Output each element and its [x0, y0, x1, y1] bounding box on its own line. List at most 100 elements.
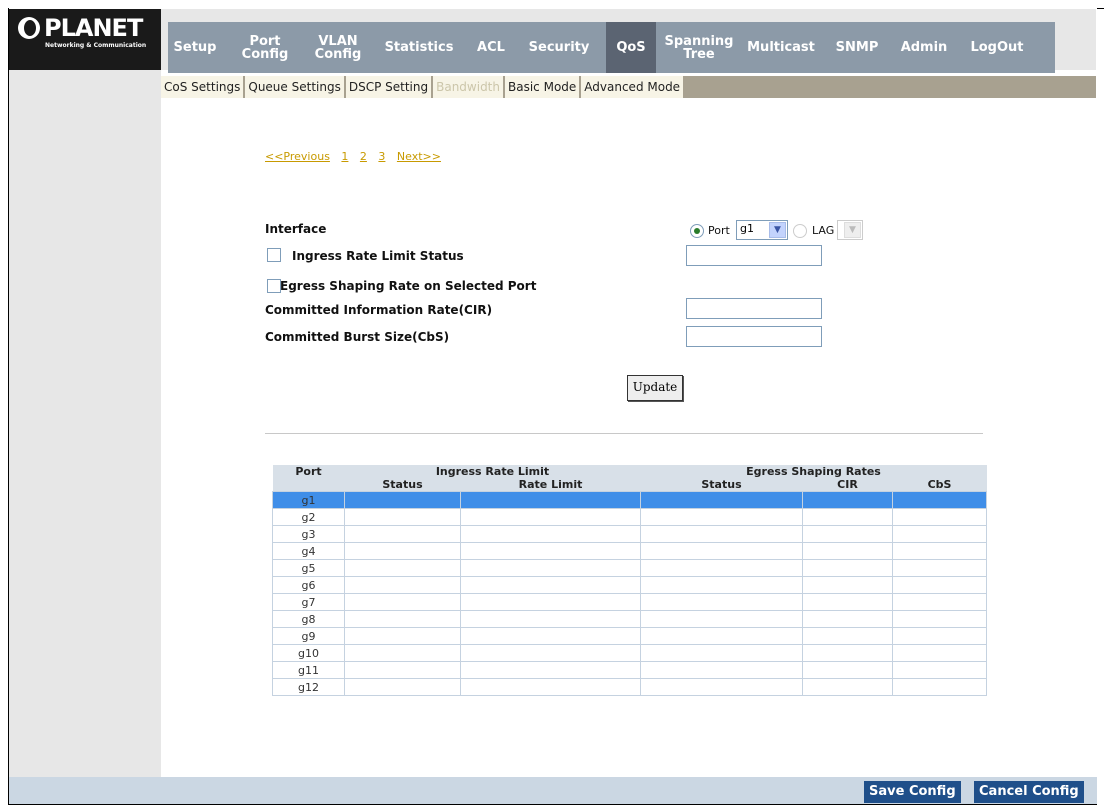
port-cell: g3	[272, 525, 345, 543]
port-cell: g5	[272, 559, 345, 577]
table-row[interactable]: g6	[272, 576, 987, 594]
table-cell	[892, 678, 987, 696]
pager-previous-link[interactable]: <<Previous	[265, 150, 330, 163]
ingress-rate-limit-input[interactable]	[686, 245, 822, 266]
pager-page-2[interactable]: 2	[360, 150, 367, 163]
pager-page-1[interactable]: 1	[341, 150, 348, 163]
subnav-item-advanced-mode[interactable]: Advanced Mode	[581, 76, 686, 98]
port-cell: g1	[272, 491, 345, 509]
table-cell	[344, 593, 461, 611]
nav-item-acl[interactable]: ACL	[470, 22, 512, 73]
subnav-item-dscp-setting[interactable]: DSCP Setting	[345, 76, 434, 98]
table-row[interactable]: g7	[272, 593, 987, 611]
egress-group-header: Egress Shaping Rates	[640, 465, 987, 478]
nav-item-qos[interactable]: QoS	[606, 22, 656, 73]
cir-input[interactable]	[686, 298, 822, 319]
table-row[interactable]: g3	[272, 525, 987, 543]
table-cell	[344, 491, 461, 509]
port-select[interactable]: g1 ▼	[736, 220, 788, 240]
pager-page-3[interactable]: 3	[378, 150, 385, 163]
save-config-button[interactable]: Save Config	[864, 781, 961, 803]
table-row[interactable]: g10	[272, 644, 987, 662]
cir-header: CIR	[802, 478, 893, 492]
table-cell	[640, 542, 803, 560]
chevron-down-icon: ▼	[844, 222, 861, 238]
port-radio[interactable]	[690, 224, 704, 238]
planet-logo: PLANET Networking & Communication	[14, 12, 154, 56]
ingress-rate-limit-header: Rate Limit	[460, 478, 641, 492]
table-cell	[344, 627, 461, 645]
table-cell	[460, 576, 641, 594]
table-cell	[344, 644, 461, 662]
table-cell	[640, 559, 803, 577]
ingress-group-header: Ingress Rate Limit	[344, 465, 641, 478]
nav-item-snmp[interactable]: SNMP	[832, 22, 882, 73]
table-cell	[344, 678, 461, 696]
nav-item-spanning-tree[interactable]: Spanning Tree	[665, 22, 734, 73]
table-cell	[802, 678, 893, 696]
port-cell: g7	[272, 593, 345, 611]
cbs-input[interactable]	[686, 326, 822, 347]
table-cell	[640, 525, 803, 543]
table-cell	[640, 627, 803, 645]
lag-radio[interactable]	[793, 224, 807, 238]
table-cell	[460, 678, 641, 696]
port-cell: g6	[272, 576, 345, 594]
table-cell	[802, 610, 893, 628]
nav-item-statistics[interactable]: Statistics	[380, 22, 458, 73]
table-cell	[802, 627, 893, 645]
pager-next-link[interactable]: Next>>	[397, 150, 441, 163]
table-cell	[802, 508, 893, 526]
nav-item-port-config[interactable]: Port Config	[234, 22, 296, 73]
table-cell	[460, 525, 641, 543]
nav-item-logout[interactable]: LogOut	[966, 22, 1028, 73]
table-cell	[460, 508, 641, 526]
cbs-label: Committed Burst Size(CbS)	[265, 330, 450, 344]
table-cell	[802, 559, 893, 577]
egress-shaping-checkbox[interactable]	[267, 279, 281, 293]
table-cell	[640, 593, 803, 611]
nav-item-admin[interactable]: Admin	[894, 22, 954, 73]
subnav-item-bandwidth[interactable]: Bandwidth	[433, 76, 505, 98]
subnav-item-basic-mode[interactable]: Basic Mode	[505, 76, 582, 98]
table-row[interactable]: g11	[272, 661, 987, 679]
table-cell	[892, 508, 987, 526]
port-cell: g10	[272, 644, 345, 662]
cancel-config-button[interactable]: Cancel Config	[974, 781, 1084, 803]
table-row[interactable]: g12	[272, 678, 987, 696]
table-row[interactable]: g2	[272, 508, 987, 526]
table-cell	[892, 593, 987, 611]
nav-item-vlan-config[interactable]: VLAN Config	[308, 22, 368, 73]
table-cell	[802, 661, 893, 679]
nav-item-setup[interactable]: Setup	[168, 22, 222, 73]
lag-select[interactable]: ▼	[837, 220, 863, 240]
table-row[interactable]: g5	[272, 559, 987, 577]
table-cell	[892, 525, 987, 543]
table-row[interactable]: g8	[272, 610, 987, 628]
port-cell: g8	[272, 610, 345, 628]
table-cell	[640, 610, 803, 628]
table-row[interactable]: g1	[272, 491, 987, 509]
table-cell	[802, 593, 893, 611]
left-panel	[9, 9, 161, 777]
subnav-item-cos-settings[interactable]: CoS Settings	[161, 76, 246, 98]
interface-label: Interface	[265, 222, 327, 236]
subnav-item-queue-settings[interactable]: Queue Settings	[245, 76, 346, 98]
table-row[interactable]: g4	[272, 542, 987, 560]
table-cell	[892, 542, 987, 560]
table-cell	[802, 576, 893, 594]
table-cell	[460, 627, 641, 645]
table-cell	[892, 644, 987, 662]
ingress-rate-limit-checkbox[interactable]	[267, 248, 281, 262]
nav-item-security[interactable]: Security	[524, 22, 594, 73]
port-cell: g2	[272, 508, 345, 526]
table-cell	[892, 661, 987, 679]
table-cell	[460, 542, 641, 560]
table-cell	[344, 508, 461, 526]
update-button[interactable]: Update	[627, 375, 683, 401]
table-cell	[640, 678, 803, 696]
table-row[interactable]: g9	[272, 627, 987, 645]
top-nav: Setup Port Config VLAN Config Statistics ACL…	[168, 22, 1055, 73]
table-cell	[460, 593, 641, 611]
nav-item-multicast[interactable]: Multicast	[742, 22, 820, 73]
